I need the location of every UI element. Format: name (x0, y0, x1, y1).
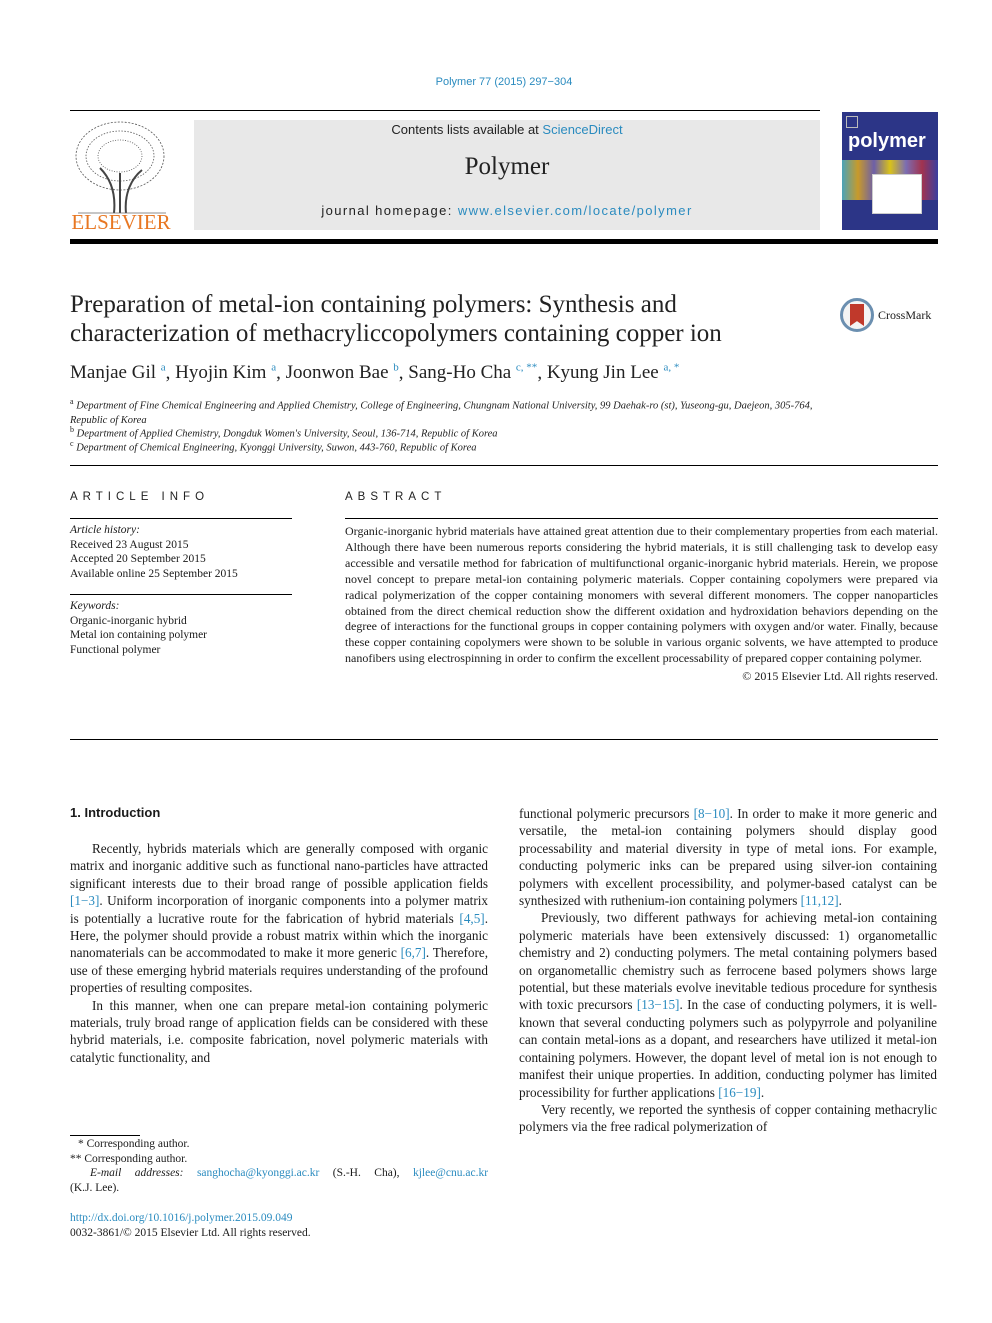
citation-link[interactable]: [16−19] (718, 1085, 761, 1100)
email-link[interactable]: kjlee@cnu.ac.kr (413, 1167, 488, 1179)
cover-chart-image (872, 174, 922, 214)
doi-link[interactable]: http://dx.doi.org/10.1016/j.polymer.2015… (70, 1211, 311, 1226)
footnote-corresponding-2: ** Corresponding author. (70, 1153, 188, 1165)
keyword[interactable]: Metal ion containing polymer (70, 628, 292, 643)
footnote-rule (70, 1135, 140, 1136)
cover-title: polymer (848, 130, 926, 152)
abstract-copyright: © 2015 Elsevier Ltd. All rights reserved… (742, 669, 938, 684)
journal-homepage: journal homepage: www.elsevier.com/locat… (321, 203, 693, 218)
journal-name: Polymer (464, 153, 550, 180)
abstract-heading: ABSTRACT (345, 491, 447, 503)
homepage-link[interactable]: www.elsevier.com/locate/polymer (458, 203, 693, 218)
divider (70, 518, 292, 519)
footnote-emails: E-mail addresses: sanghocha@kyonggi.ac.k… (90, 1167, 489, 1179)
doi-block: http://dx.doi.org/10.1016/j.polymer.2015… (70, 1211, 311, 1241)
author-list: Manjae Gil a, Hyojin Kim a, Joonwon Bae … (70, 362, 680, 384)
keyword[interactable]: Functional polymer (70, 643, 292, 658)
masthead-rule (70, 239, 938, 244)
paragraph: Recently, hybrids materials which are ge… (70, 841, 489, 996)
article-history: Article history: Received 23 August 2015… (70, 523, 292, 581)
divider (345, 518, 938, 519)
keyword[interactable]: Organic-inorganic hybrid (70, 614, 292, 629)
section-heading: 1. Introduction (70, 805, 161, 820)
divider (70, 465, 938, 466)
header-rule (70, 110, 820, 111)
paragraph: Very recently, we reported the synthesis… (519, 1101, 937, 1135)
running-header[interactable]: Polymer 77 (2015) 297−304 (0, 76, 992, 88)
email-link[interactable]: sanghocha@kyonggi.ac.kr (197, 1167, 319, 1179)
body-column-left: Recently, hybrids materials which are ge… (70, 840, 488, 1066)
history-accepted: Accepted 20 September 2015 (70, 553, 206, 565)
article-title: Preparation of metal-ion containing poly… (70, 291, 722, 347)
abstract: Organic-inorganic hybrid materials have … (345, 524, 938, 685)
divider (70, 739, 938, 740)
sciencedirect-link[interactable]: ScienceDirect (542, 122, 622, 137)
contents-line: Contents lists available at ScienceDirec… (391, 122, 623, 137)
abstract-text: Organic-inorganic hybrid materials have … (345, 524, 938, 666)
footnote-email-name: (K.J. Lee). (70, 1182, 120, 1194)
journal-cover[interactable]: polymer (842, 112, 938, 230)
paragraph: In this manner, when one can prepare met… (70, 997, 488, 1065)
history-received: Received 23 August 2015 (70, 538, 189, 551)
author[interactable]: Manjae Gil a (70, 362, 166, 383)
divider (70, 594, 292, 595)
affiliation: c Department of Chemical Engineering, Ky… (70, 439, 477, 454)
citation-link[interactable]: [6,7] (401, 945, 426, 960)
cover-logo-icon (846, 116, 858, 128)
paragraph: Previously, two different pathways for a… (519, 910, 937, 1100)
keywords: Keywords: Organic-inorganic hybrid Metal… (70, 599, 292, 657)
crossmark-label: CrossMark (878, 307, 932, 322)
body-column-right: functional polymeric precursors [8−10]. … (519, 805, 937, 1136)
citation-link[interactable]: [1−3] (70, 893, 99, 908)
journal-masthead: Contents lists available at ScienceDirec… (194, 120, 820, 230)
publisher-wordmark: ELSEVIER (71, 210, 171, 234)
author[interactable]: Sang-Ho Cha c, ** (408, 362, 537, 383)
author[interactable]: Kyung Jin Lee a, * (547, 362, 680, 383)
citation-link[interactable]: [13−15] (637, 997, 680, 1012)
issn-line: 0032-3861/© 2015 Elsevier Ltd. All right… (70, 1227, 311, 1239)
article-info-heading: ARTICLE INFO (70, 491, 210, 503)
history-online: Available online 25 September 2015 (70, 567, 238, 580)
crossmark-badge[interactable]: CrossMark (840, 295, 940, 335)
author[interactable]: Hyojin Kim a (175, 362, 276, 383)
crossmark-icon (840, 298, 874, 332)
author[interactable]: Joonwon Bae b (286, 362, 399, 383)
citation-link[interactable]: [8−10] (694, 806, 730, 821)
elsevier-logo: ELSEVIER (70, 118, 172, 236)
paragraph: functional polymeric precursors [8−10]. … (519, 806, 937, 909)
citation-link[interactable]: [4,5] (459, 911, 484, 926)
footnote-corresponding-1: * Corresponding author. (78, 1138, 190, 1150)
citation-link[interactable]: [11,12] (801, 893, 839, 908)
